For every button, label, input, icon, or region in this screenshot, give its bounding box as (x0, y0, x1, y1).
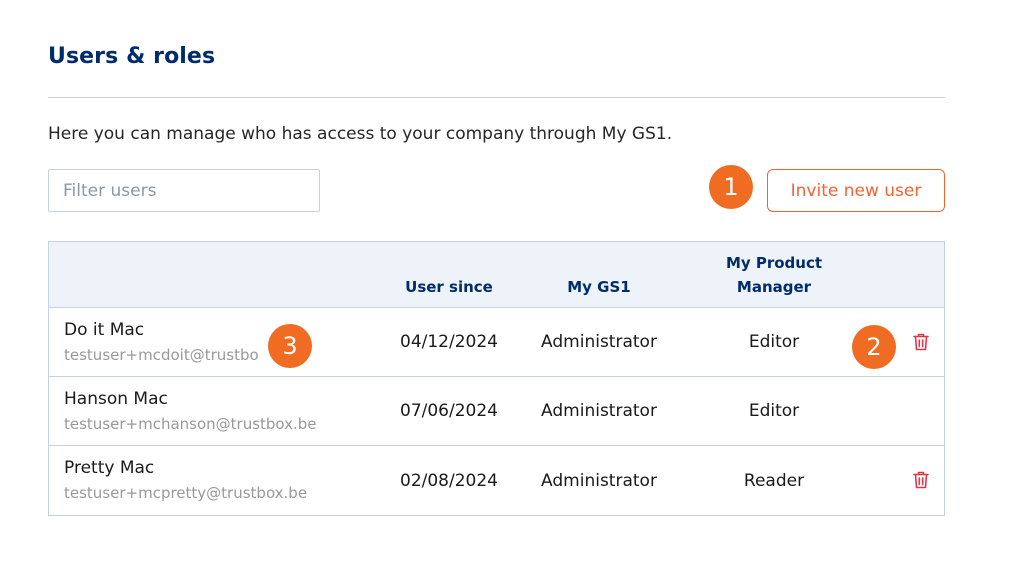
my-gs1-role: Administrator (541, 470, 657, 491)
user-email: testuser+mcdoit@trustbo (64, 346, 259, 364)
filter-users-input[interactable] (48, 169, 320, 212)
table-row: Do it Mac testuser+mcdoit@trustbo 04/12/… (49, 308, 944, 377)
my-gs1-role: Administrator (541, 401, 657, 421)
invite-new-user-button[interactable]: Invite new user (767, 169, 945, 212)
table-row: Pretty Mac testuser+mcpretty@trustbox.be… (49, 446, 944, 515)
trash-icon (913, 333, 929, 351)
user-name: Pretty Mac (64, 458, 155, 478)
delete-user-button[interactable] (911, 469, 931, 491)
callout-1: 1 (709, 165, 753, 209)
user-since: 07/06/2024 (400, 401, 498, 421)
column-header-my-gs1: My GS1 (567, 278, 631, 296)
page-title: Users & roles (48, 44, 216, 69)
user-email: testuser+mchanson@trustbox.be (64, 415, 317, 433)
product-manager-role: Editor (748, 332, 800, 352)
column-header-user-since: User since (405, 278, 493, 296)
column-header-pm-line1: My Product (725, 254, 823, 272)
delete-user-button[interactable] (911, 331, 931, 353)
callout-3: 3 (268, 324, 312, 368)
product-manager-role: Editor (748, 401, 800, 421)
table-row: Hanson Mac testuser+mchanson@trustbox.be… (49, 377, 944, 446)
users-table: User since My GS1 My Product Manager Do … (48, 241, 945, 516)
intro-text: Here you can manage who has access to yo… (48, 124, 673, 144)
column-header-my-product-manager: My Product Manager (704, 251, 844, 299)
user-since: 04/12/2024 (400, 332, 498, 352)
column-header-pm-line2: Manager (736, 278, 812, 296)
user-name: Do it Mac (64, 320, 145, 340)
callout-2: 2 (852, 325, 896, 369)
table-header: User since My GS1 My Product Manager (49, 242, 944, 308)
trash-icon (913, 471, 929, 489)
product-manager-role: Reader (743, 470, 805, 491)
user-name: Hanson Mac (64, 389, 168, 409)
user-email: testuser+mcpretty@trustbox.be (64, 484, 308, 502)
divider (48, 97, 945, 98)
my-gs1-role: Administrator (541, 332, 657, 352)
user-since: 02/08/2024 (400, 470, 498, 491)
